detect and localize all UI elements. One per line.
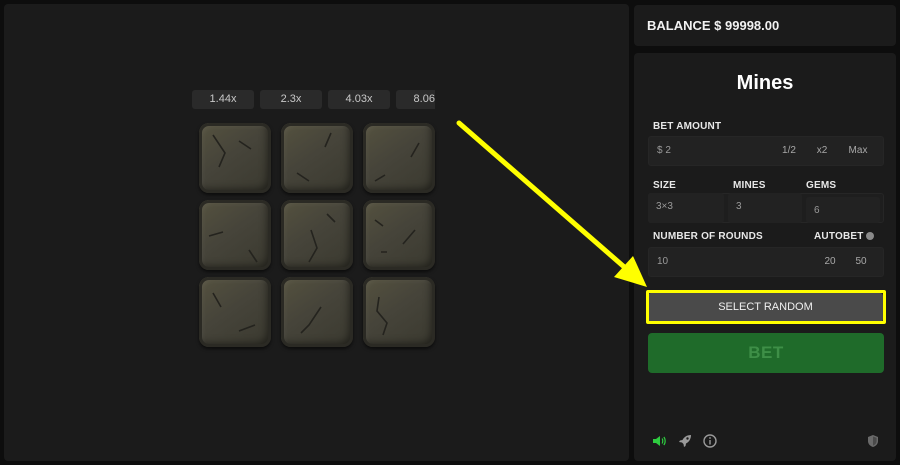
mine-tile[interactable] <box>199 277 271 347</box>
half-bet-button[interactable]: 1/2 <box>774 140 804 162</box>
mine-tile[interactable] <box>363 277 435 347</box>
autobet-toggle[interactable] <box>866 232 874 240</box>
rocket-icon[interactable] <box>678 434 692 448</box>
stone-crack-icon <box>212 134 252 168</box>
control-panel: Mines BET AMOUNT $ 2 1/2 x2 Max SIZE MIN… <box>634 53 896 461</box>
info-icon[interactable] <box>703 434 717 448</box>
select-random-button[interactable]: SELECT RANDOM <box>648 293 883 322</box>
mine-tile[interactable] <box>363 123 435 193</box>
multiplier-chip: 8.06x <box>396 90 435 109</box>
mine-tile[interactable] <box>363 200 435 270</box>
multiplier-chip: 1.44x <box>192 90 254 109</box>
balance-bar: BALANCE $ 99998.00 <box>634 5 896 46</box>
bet-amount-label: BET AMOUNT <box>653 121 722 132</box>
mine-tile[interactable] <box>199 200 271 270</box>
size-value: 3×3 <box>656 201 673 212</box>
stone-crack-icon <box>376 296 388 336</box>
stone-crack-icon <box>374 219 416 253</box>
stone-crack-icon <box>300 306 322 334</box>
stone-crack-icon <box>308 213 336 263</box>
mines-tile-grid <box>199 123 435 348</box>
balance-display: BALANCE $ 99998.00 <box>647 18 780 33</box>
stone-crack-icon <box>212 292 256 332</box>
max-bet-button[interactable]: Max <box>840 140 876 162</box>
multiplier-strip: 1.44x 2.3x 4.03x 8.06x <box>192 90 435 110</box>
rounds-20-button[interactable]: 20 <box>818 251 842 273</box>
gems-label: GEMS <box>806 180 837 191</box>
mine-tile[interactable] <box>281 200 353 270</box>
rounds-label: NUMBER OF ROUNDS <box>653 231 763 242</box>
double-bet-button[interactable]: x2 <box>808 140 836 162</box>
multiplier-chip: 2.3x <box>260 90 322 109</box>
mines-select[interactable]: 3 <box>728 193 802 223</box>
rounds-50-button[interactable]: 50 <box>848 251 874 273</box>
mine-tile[interactable] <box>281 123 353 193</box>
mine-tile[interactable] <box>199 123 271 193</box>
stone-crack-icon <box>374 142 420 182</box>
bet-button[interactable]: BET <box>648 333 884 373</box>
multiplier-chip: 4.03x <box>328 90 390 109</box>
mines-label: MINES <box>733 180 766 191</box>
mine-tile[interactable] <box>281 277 353 347</box>
autobet-label: AUTOBET <box>814 231 864 242</box>
speaker-icon[interactable] <box>652 434 666 448</box>
game-board-area: 1.44x 2.3x 4.03x 8.06x <box>4 4 629 461</box>
bet-amount-value: $ 2 <box>657 145 671 156</box>
mines-value: 3 <box>736 201 742 212</box>
stone-crack-icon <box>208 231 258 263</box>
size-select[interactable]: 3×3 <box>648 193 724 223</box>
game-title: Mines <box>736 72 794 94</box>
rounds-value: 10 <box>657 256 669 267</box>
gems-display: 6 <box>806 197 880 223</box>
stone-crack-icon <box>296 132 332 182</box>
size-label: SIZE <box>653 180 677 191</box>
gems-value: 6 <box>814 205 820 216</box>
shield-icon[interactable] <box>866 434 880 448</box>
